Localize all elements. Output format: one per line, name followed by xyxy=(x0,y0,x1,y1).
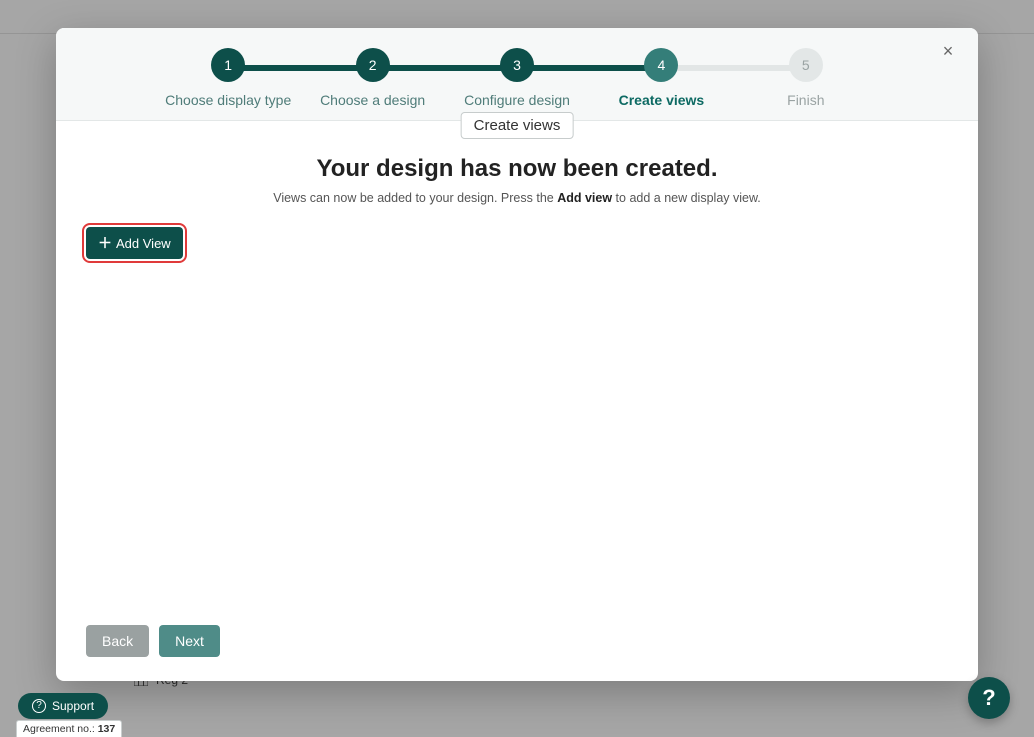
wizard-step-header: × 1 Choose display type 2 Choose a desig… xyxy=(56,28,978,121)
plus-icon: ＋ xyxy=(98,233,112,253)
step-label: Choose a design xyxy=(320,92,425,108)
step-number: 1 xyxy=(211,48,245,82)
step-number: 5 xyxy=(789,48,823,82)
agreement-number-tag: Agreement no.: 137 xyxy=(16,720,122,737)
step-label: Configure design xyxy=(464,92,570,108)
wizard-modal: × 1 Choose display type 2 Choose a desig… xyxy=(56,28,978,681)
support-label: Support xyxy=(52,699,94,713)
step-label: Create views xyxy=(619,92,705,108)
next-button[interactable]: Next xyxy=(159,625,220,657)
subtext-after: to add a new display view. xyxy=(612,191,761,205)
step-configure-design[interactable]: 3 Configure design xyxy=(445,48,589,108)
agreement-label: Agreement no.: xyxy=(23,723,98,735)
step-label: Finish xyxy=(787,92,824,108)
back-button[interactable]: Back xyxy=(86,625,149,657)
step-number: 4 xyxy=(644,48,678,82)
subtext-before: Views can now be added to your design. P… xyxy=(273,191,557,205)
add-view-label: Add View xyxy=(116,236,171,251)
step-choose-design[interactable]: 2 Choose a design xyxy=(300,48,444,108)
step-number: 2 xyxy=(356,48,390,82)
support-button[interactable]: ? Support xyxy=(18,693,108,719)
step-label: Choose display type xyxy=(165,92,291,108)
wizard-body: Your design has now been created. Views … xyxy=(56,121,978,607)
step-finish: 5 Finish xyxy=(734,48,878,108)
step-choose-display-type[interactable]: 1 Choose display type xyxy=(156,48,300,108)
step-create-views[interactable]: 4 Create views xyxy=(589,48,733,108)
subtext-bold: Add view xyxy=(557,191,612,205)
help-fab-button[interactable]: ? xyxy=(968,677,1010,719)
wizard-steps: 1 Choose display type 2 Choose a design … xyxy=(156,48,878,108)
add-view-button[interactable]: ＋ Add View xyxy=(86,227,183,259)
close-icon[interactable]: × xyxy=(938,42,958,62)
page-subtext: Views can now be added to your design. P… xyxy=(86,191,948,205)
help-icon: ? xyxy=(32,699,46,713)
agreement-value: 137 xyxy=(98,723,116,735)
wizard-footer: Back Next xyxy=(56,607,978,681)
step-number: 3 xyxy=(500,48,534,82)
page-title: Your design has now been created. xyxy=(86,155,948,183)
